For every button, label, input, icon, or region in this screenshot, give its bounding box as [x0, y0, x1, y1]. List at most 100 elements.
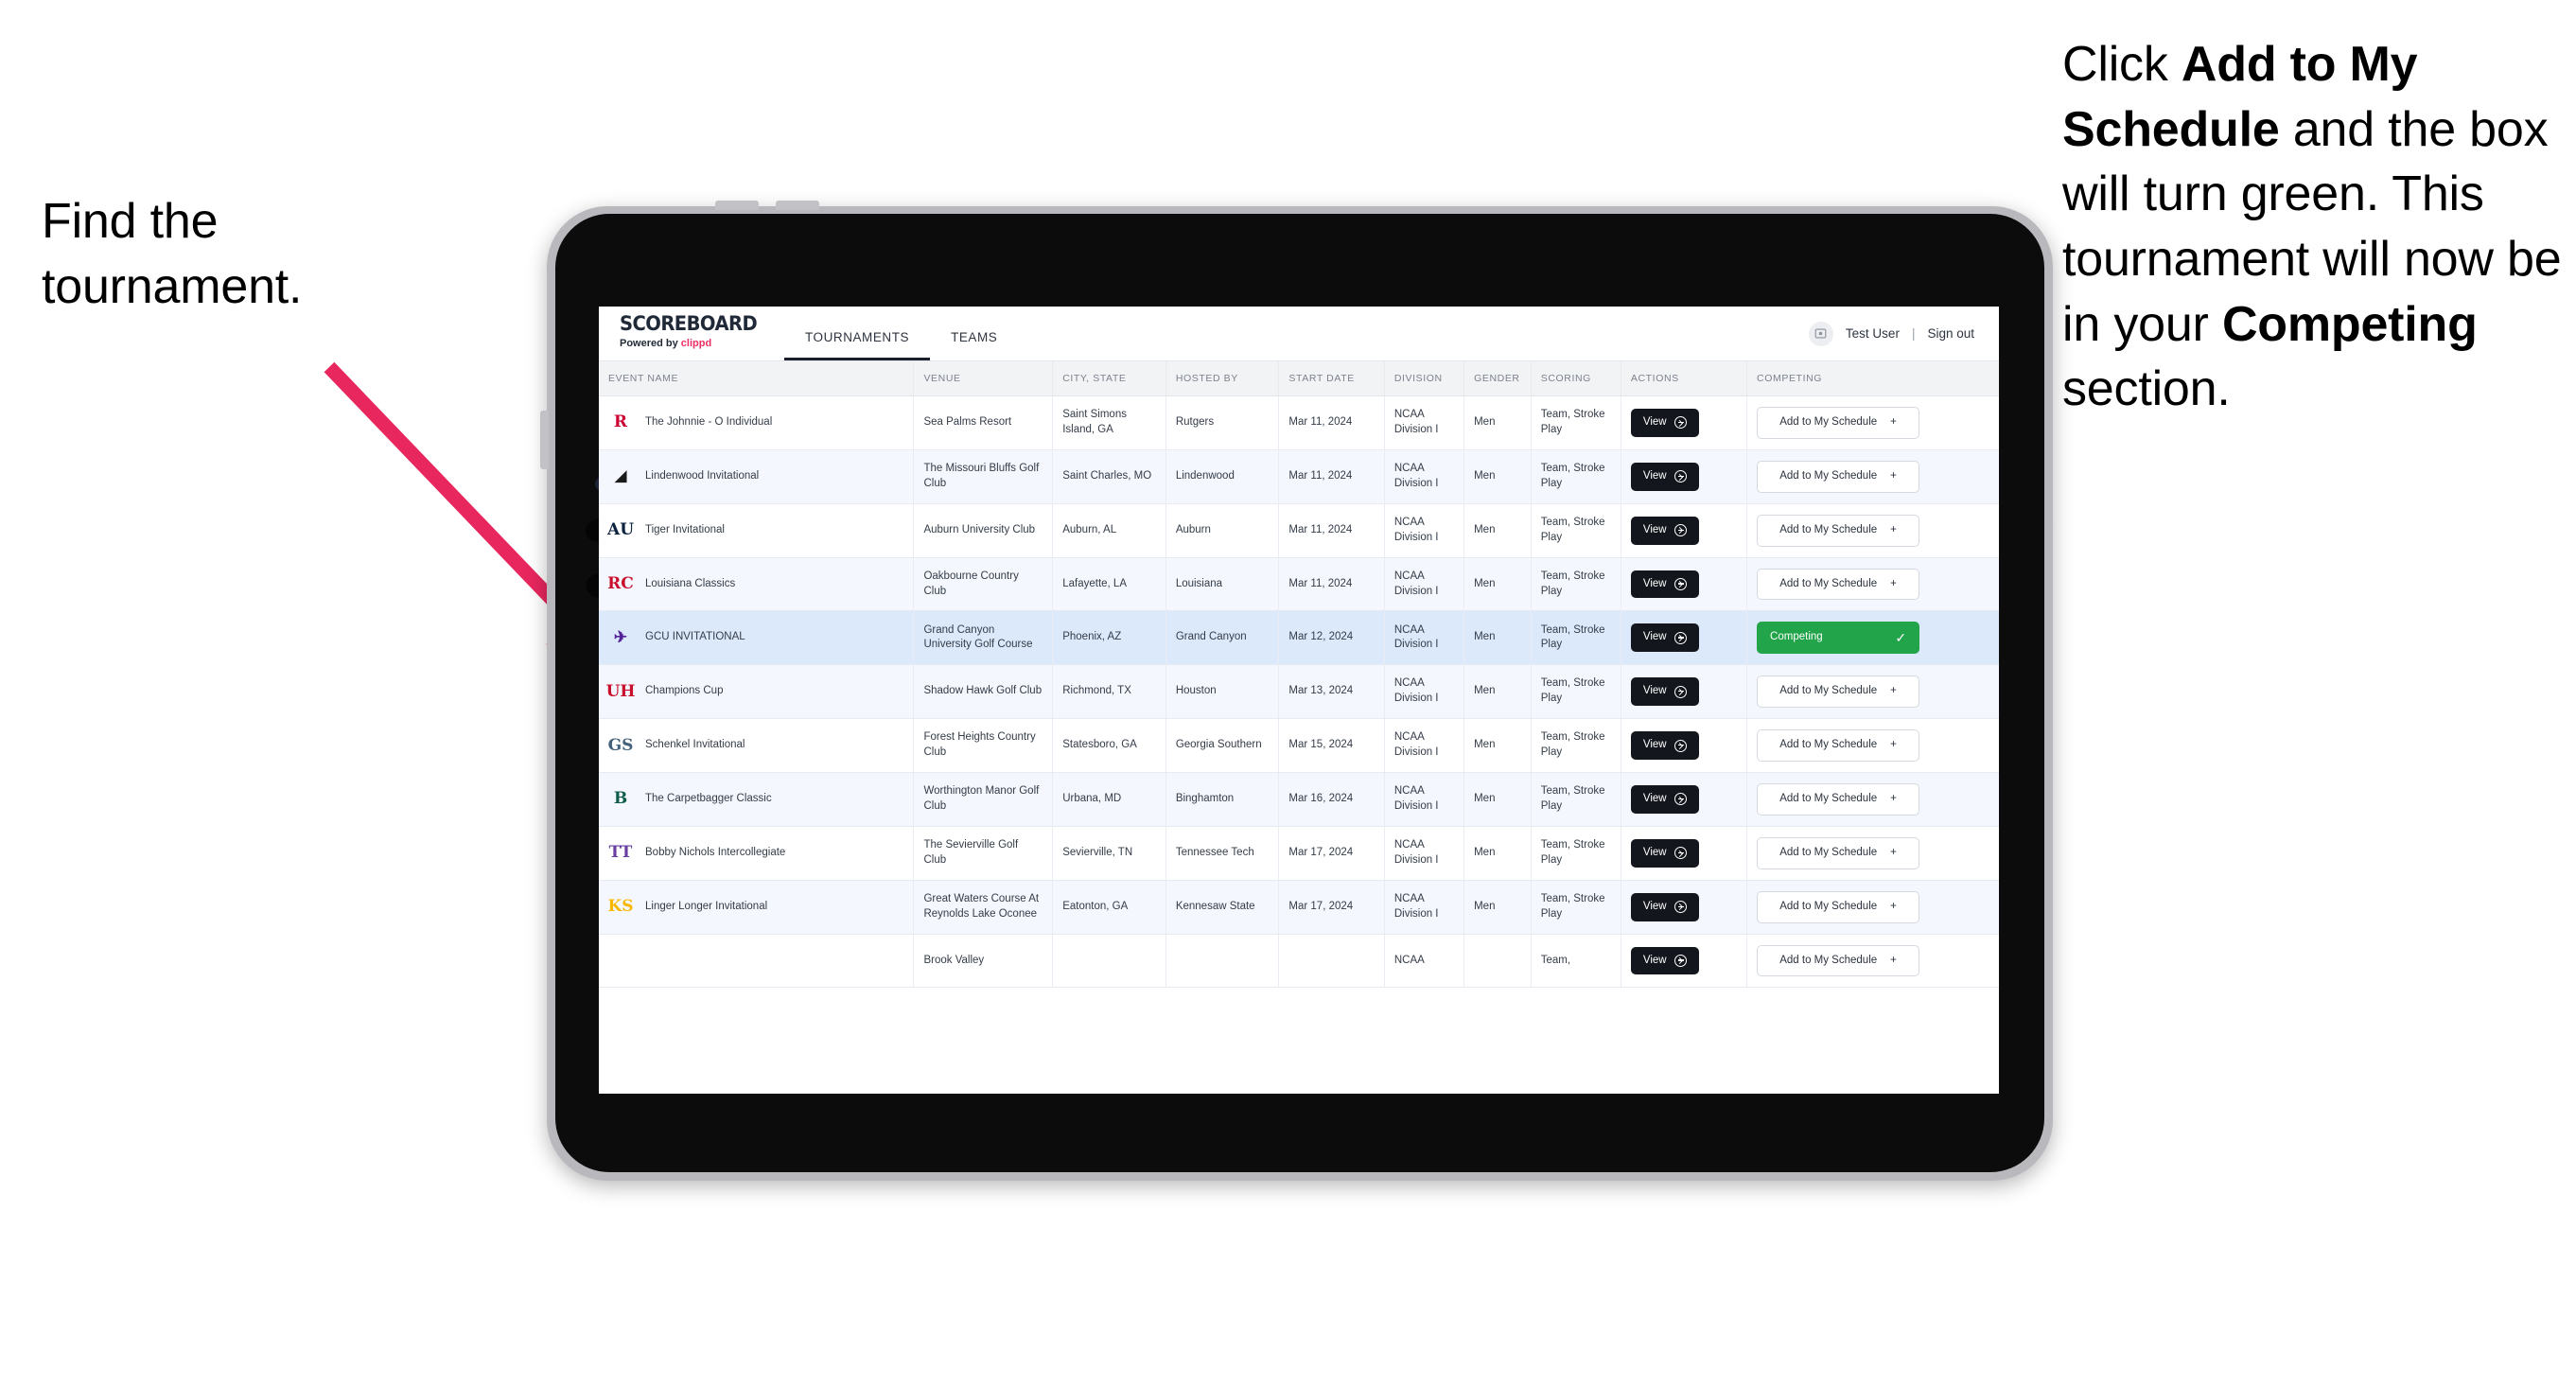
add-to-my-schedule-button[interactable]: Add to My Schedule + — [1757, 890, 1920, 923]
table-row[interactable]: GS Schenkel Invitational Forest Heights Co… — [599, 718, 1999, 774]
app-header: SCOREBOARD Powered by clippd TOURNAMENTS… — [599, 307, 1999, 361]
view-button[interactable]: View — [1630, 731, 1699, 761]
add-to-my-schedule-button[interactable]: Add to My Schedule + — [1757, 729, 1920, 763]
cell-actions: View — [1621, 718, 1748, 774]
cell-actions: View — [1621, 934, 1748, 989]
plus-icon: + — [1890, 685, 1897, 697]
cell-scoring: Team, — [1531, 934, 1621, 989]
view-button[interactable]: View — [1630, 892, 1699, 921]
view-button[interactable]: View — [1630, 516, 1699, 545]
arrow-circle-right-icon — [1674, 470, 1687, 483]
screenshot-root: Find the tournament. Click Add to My Sch… — [0, 0, 2576, 1386]
table-row[interactable]: KS Linger Longer Invitational Great Waters… — [599, 880, 1999, 935]
table-row[interactable]: ✈ GCU INVITATIONAL Grand Canyon University… — [599, 610, 1999, 666]
arrow-circle-right-icon — [1674, 416, 1687, 430]
cell-gender: Men — [1463, 395, 1532, 450]
cell-scoring: Team, Stroke Play — [1531, 395, 1621, 450]
add-to-my-schedule-button[interactable]: Add to My Schedule + — [1757, 675, 1920, 709]
tablet-top-button-1 — [715, 201, 759, 210]
view-button-label: View — [1642, 577, 1667, 589]
team-logo-icon: R — [613, 412, 628, 432]
plus-icon: + — [1890, 900, 1897, 912]
add-to-my-schedule-label: Add to My Schedule — [1779, 846, 1878, 858]
cell-event-name: B The Carpetbagger Classic — [599, 772, 915, 827]
cell-start-date: Mar 11, 2024 — [1278, 503, 1385, 558]
user-separator: | — [1911, 326, 1916, 341]
powered-by-prefix: Powered by — [620, 338, 681, 349]
cell-venue: Oakbourne Country Club — [913, 557, 1054, 612]
view-button[interactable]: View — [1630, 677, 1699, 707]
column-header-start-date: START DATE — [1278, 361, 1385, 396]
add-to-my-schedule-button[interactable]: Add to My Schedule + — [1757, 836, 1920, 869]
cell-competing: Add to My Schedule + — [1746, 772, 1999, 827]
competing-badge[interactable]: Competing ✓ — [1757, 622, 1920, 655]
event-name-label: The Carpetbagger Classic — [645, 793, 772, 804]
tablet-bezel: SCOREBOARD Powered by clippd TOURNAMENTS… — [555, 214, 2044, 1172]
table-row[interactable]: Brook Valley NCAA Team, View Add to My Sched… — [599, 934, 1999, 989]
cell-competing: Add to My Schedule + — [1746, 718, 1999, 774]
cell-city-state — [1052, 934, 1166, 989]
cell-division: NCAA Division I — [1384, 880, 1465, 935]
view-button[interactable]: View — [1630, 946, 1699, 975]
column-header-division: DIVISION — [1384, 361, 1465, 396]
table-bottom-edge — [599, 1084, 1999, 1094]
arrow-circle-right-icon — [1674, 631, 1687, 644]
sign-out-link[interactable]: Sign out — [1927, 326, 1974, 341]
powered-by-clippd: clippd — [680, 338, 712, 349]
cell-city-state: Eatonton, GA — [1052, 880, 1166, 935]
cell-venue: Great Waters Course At Reynolds Lake Oco… — [913, 880, 1054, 935]
cell-event-name: TT Bobby Nichols Intercollegiate — [599, 826, 915, 881]
view-button[interactable]: View — [1630, 409, 1699, 437]
cell-actions: View — [1621, 395, 1748, 450]
add-to-my-schedule-button[interactable]: Add to My Schedule + — [1757, 944, 1920, 977]
add-to-my-schedule-button[interactable]: Add to My Schedule + — [1757, 407, 1920, 439]
team-logo-icon: TT — [608, 843, 633, 863]
cell-scoring: Team, Stroke Play — [1531, 880, 1621, 935]
competing-label: Competing — [1770, 631, 1823, 643]
cell-hosted-by: Binghamton — [1165, 772, 1280, 827]
cell-city-state: Richmond, TX — [1052, 664, 1166, 720]
view-button[interactable]: View — [1630, 462, 1699, 491]
add-to-my-schedule-button[interactable]: Add to My Schedule + — [1757, 783, 1920, 816]
view-button[interactable]: View — [1630, 785, 1699, 814]
cell-city-state: Saint Simons Island, GA — [1052, 395, 1166, 450]
view-button-label: View — [1642, 469, 1667, 482]
team-logo-icon: ✈ — [613, 627, 628, 647]
cell-city-state: Saint Charles, MO — [1052, 449, 1166, 504]
add-to-my-schedule-button[interactable]: Add to My Schedule + — [1757, 460, 1920, 493]
column-header-event-name: EVENT NAME — [599, 361, 915, 396]
cell-division: NCAA Division I — [1384, 718, 1465, 774]
table-row[interactable]: RC Louisiana Classics Oakbourne Country Cl… — [599, 557, 1999, 612]
table-row[interactable]: TT Bobby Nichols Intercollegiate The Sevie… — [599, 826, 1999, 881]
plus-icon: + — [1890, 846, 1897, 858]
view-button-label: View — [1642, 900, 1667, 912]
tab-teams[interactable]: TEAMS — [930, 330, 1018, 360]
view-button[interactable]: View — [1630, 570, 1699, 599]
cell-venue: Shadow Hawk Golf Club — [913, 664, 1054, 720]
arrow-circle-right-icon — [1674, 524, 1687, 537]
cell-start-date: Mar 12, 2024 — [1278, 610, 1385, 666]
cell-competing: Competing ✓ — [1746, 610, 1999, 666]
cell-scoring: Team, Stroke Play — [1531, 664, 1621, 720]
add-to-my-schedule-button[interactable]: Add to My Schedule + — [1757, 568, 1920, 601]
add-to-my-schedule-label: Add to My Schedule — [1779, 577, 1878, 589]
user-avatar-icon[interactable] — [1808, 321, 1833, 346]
tab-tournaments[interactable]: TOURNAMENTS — [784, 330, 931, 360]
view-button[interactable]: View — [1630, 623, 1699, 653]
table-row[interactable]: AU Tiger Invitational Auburn University Cl… — [599, 503, 1999, 558]
arrow-circle-right-icon — [1674, 901, 1687, 914]
annotation-right-bold2: Competing — [2221, 296, 2478, 352]
table-row[interactable]: R The Johnnie - O Individual Sea Palms Res… — [599, 395, 1999, 450]
table-head: EVENT NAME VENUE CITY, STATE HOSTED BY START… — [599, 361, 1999, 396]
cell-event-name: ✈ GCU INVITATIONAL — [599, 610, 915, 666]
table-row[interactable]: B The Carpetbagger Classic Worthington Man… — [599, 772, 1999, 827]
add-to-my-schedule-label: Add to My Schedule — [1779, 954, 1878, 966]
table-row[interactable]: UH Champions Cup Shadow Hawk Golf Club Rich… — [599, 664, 1999, 720]
add-to-my-schedule-button[interactable]: Add to My Schedule + — [1757, 514, 1920, 547]
arrow-circle-right-icon — [1674, 847, 1687, 860]
table-row[interactable]: ◢ Lindenwood Invitational The Missouri Blu… — [599, 449, 1999, 504]
tablet-side-button — [540, 411, 549, 469]
plus-icon: + — [1890, 954, 1897, 966]
view-button[interactable]: View — [1630, 838, 1699, 868]
cell-start-date: Mar 17, 2024 — [1278, 880, 1385, 935]
